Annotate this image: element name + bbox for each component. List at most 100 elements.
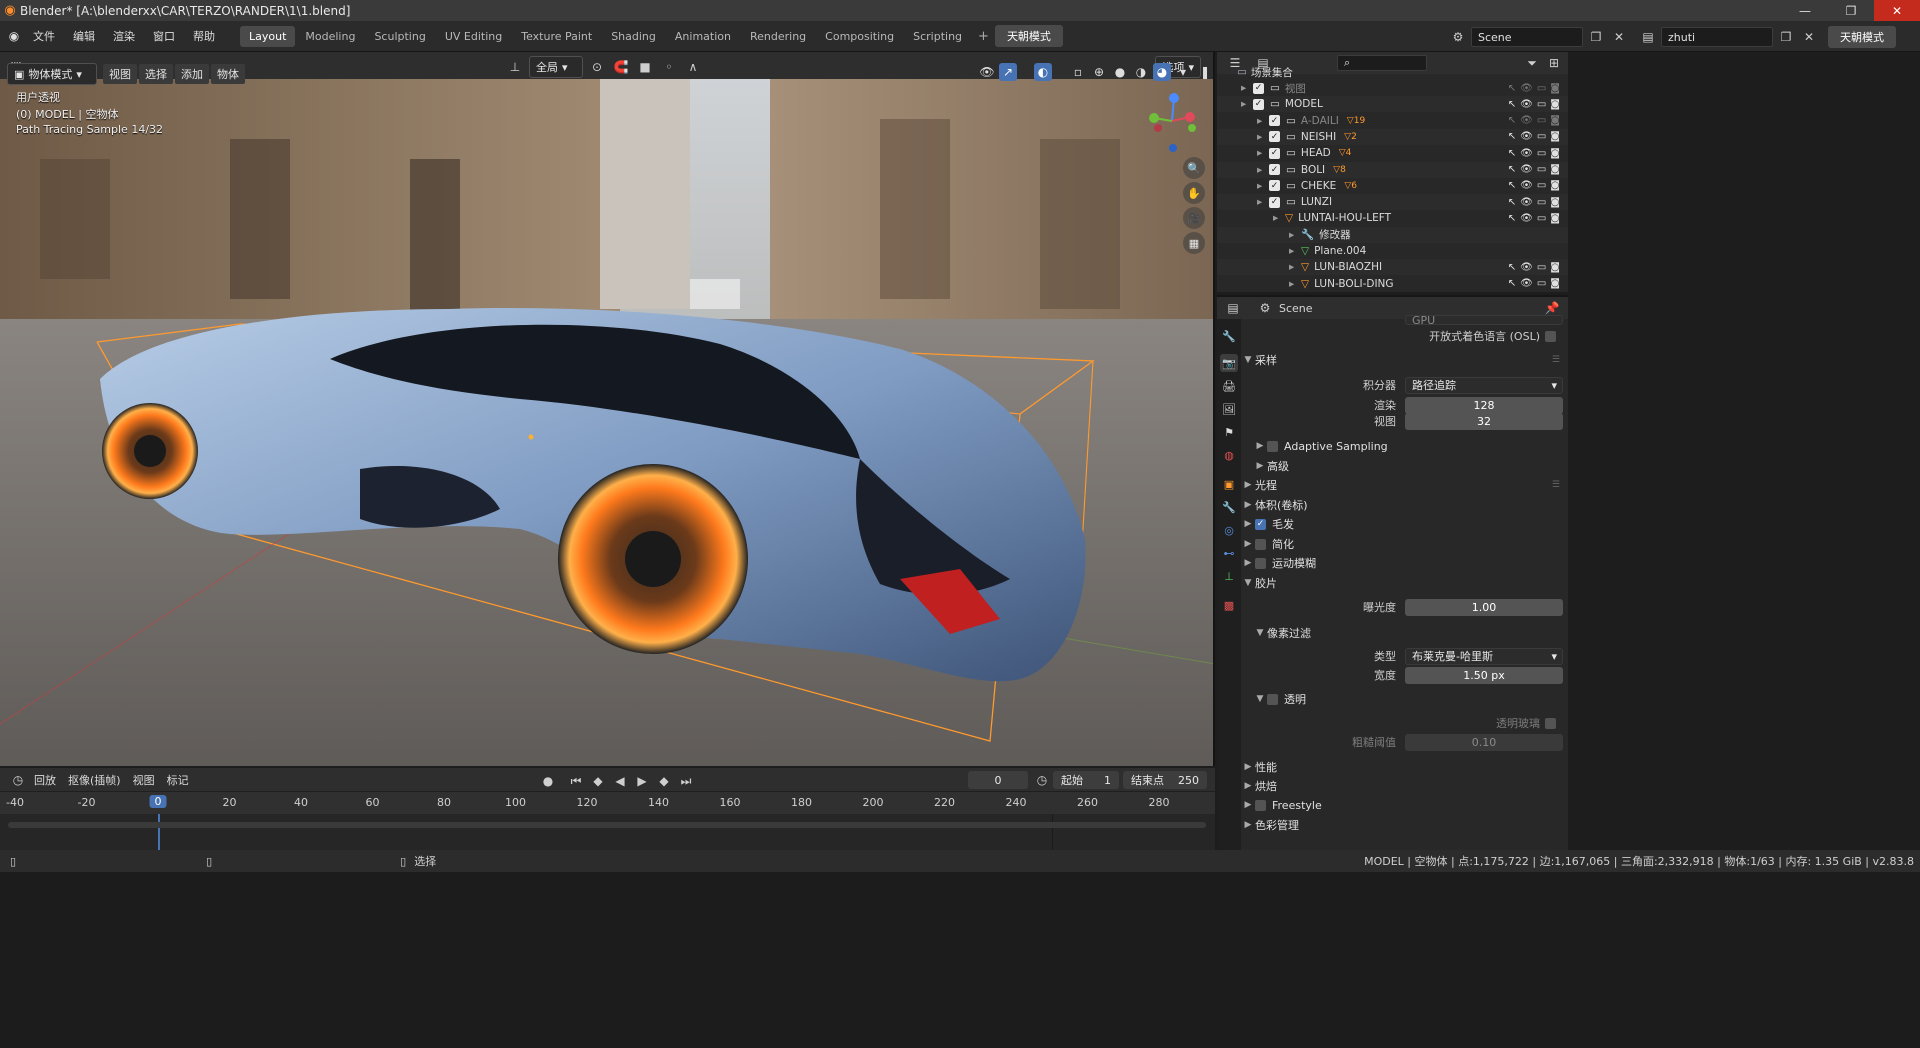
rendered-shading-icon[interactable]: ◕ [1153, 63, 1171, 81]
menu-edit[interactable]: 编辑 [64, 28, 104, 44]
transform-orientation-icon[interactable]: ⊥ [505, 57, 525, 77]
viewport-menu-view[interactable]: 视图 [103, 64, 137, 84]
collection-checkbox[interactable]: ✓ [1269, 180, 1280, 192]
properties-editor-icon[interactable]: ▤ [1223, 298, 1243, 318]
expand-arrow-icon[interactable]: ▸ [1241, 98, 1253, 110]
monitor-icon[interactable]: ▭ [1537, 83, 1546, 94]
tab-modeling[interactable]: Modeling [296, 26, 364, 47]
outliner-row[interactable]: ▸ ▽ LUN-BIAOZHI ↖ 👁 ▭ ◙ [1217, 259, 1568, 276]
eye-icon[interactable]: 👁 [1520, 115, 1533, 126]
outliner-row[interactable]: ▸ ✓ ▭ A-DAILI ▽19 ↖ 👁 ▭ ◙ [1217, 113, 1568, 129]
outliner-row[interactable]: ▸ ▽ LUNTAI-HOU-LEFT ↖ 👁 ▭ ◙ [1217, 210, 1568, 226]
outliner-row[interactable]: ▸ 🔧 修改器 [1217, 226, 1568, 243]
outliner-row[interactable]: ▸ ▽ Plane.004 [1217, 243, 1568, 259]
hair-checkbox[interactable]: ✓ [1255, 518, 1266, 530]
pivot-icon[interactable]: ⊙ [587, 57, 607, 77]
exposure-field[interactable]: 1.00 [1405, 598, 1563, 616]
camera-icon[interactable]: ◙ [1550, 115, 1560, 126]
expand-arrow-icon[interactable]: ▸ [1273, 212, 1285, 224]
eye-icon[interactable]: 👁 [1520, 131, 1533, 142]
simplify-section[interactable]: ▶ 简化 [1241, 534, 1568, 554]
wireframe-shading-icon[interactable]: ⊕ [1090, 63, 1108, 81]
eye-icon[interactable]: 👁 [1520, 197, 1533, 208]
camera-icon[interactable]: ◙ [1550, 131, 1560, 142]
monitor-icon[interactable]: ▭ [1537, 278, 1546, 289]
monitor-icon[interactable]: ▭ [1537, 131, 1546, 142]
eye-icon[interactable]: 👁 [1520, 148, 1533, 159]
menu-window[interactable]: 窗口 [144, 28, 184, 44]
camera-icon[interactable]: ◙ [1550, 148, 1560, 159]
integrator-dropdown[interactable]: 路径追踪 ▾ [1405, 376, 1563, 394]
clock-editor-icon[interactable]: ◷ [8, 770, 28, 790]
light-paths-section[interactable]: ▶ 光程 ☰ [1241, 475, 1568, 495]
monitor-icon[interactable]: ▭ [1537, 164, 1546, 175]
select-arrow-icon[interactable]: ↖ [1508, 180, 1516, 191]
tool-tab-icon[interactable]: 🔧 [1220, 327, 1238, 345]
minimize-button[interactable]: — [1782, 0, 1828, 21]
eye-icon[interactable]: 👁 [1520, 278, 1533, 289]
collection-checkbox[interactable]: ✓ [1269, 115, 1280, 127]
current-frame-indicator[interactable]: 0 [149, 795, 167, 808]
expand-arrow-icon[interactable]: ▸ [1257, 180, 1269, 192]
transparent-glass-checkbox[interactable] [1545, 717, 1556, 729]
expand-arrow-icon[interactable]: ▸ [1257, 131, 1269, 143]
menu-render[interactable]: 渲染 [104, 28, 144, 44]
zoom-icon[interactable]: 🔍 [1183, 157, 1205, 179]
timeline-menu-view[interactable]: 视图 [127, 772, 161, 788]
preview-range-icon[interactable]: ◷ [1032, 770, 1052, 790]
expand-arrow-icon[interactable]: ▸ [1289, 229, 1301, 241]
texture-tab-icon[interactable]: ▩ [1220, 596, 1238, 614]
select-arrow-icon[interactable]: ↖ [1508, 115, 1516, 126]
tab-rendering[interactable]: Rendering [741, 26, 815, 47]
menu-help[interactable]: 帮助 [184, 28, 224, 44]
playhead[interactable] [158, 814, 160, 850]
camera-icon[interactable]: ◙ [1550, 213, 1560, 224]
gizmo-icon[interactable]: ↗ [999, 63, 1017, 81]
outliner-row[interactable]: ▸ ✓ ▭ 视图 ↖ 👁 ▭ ◙ [1217, 80, 1568, 96]
menu-file[interactable]: 文件 [24, 28, 64, 44]
outliner-row[interactable]: ▸ ▽ LUN-BOLI-DING ↖ 👁 ▭ ◙ [1217, 276, 1568, 292]
monitor-icon[interactable]: ▭ [1537, 213, 1546, 224]
ortho-grid-icon[interactable]: ▦ [1183, 232, 1205, 254]
camera-icon[interactable]: ◙ [1550, 99, 1560, 110]
collection-checkbox[interactable]: ✓ [1269, 164, 1280, 175]
transparent-checkbox[interactable] [1267, 693, 1278, 705]
close-button[interactable]: ✕ [1874, 0, 1920, 21]
modifiers-tab-icon[interactable]: 🔧 [1220, 498, 1238, 516]
play-icon[interactable]: ▶ [632, 771, 652, 791]
advanced-section[interactable]: ▶ 高级 [1253, 456, 1568, 476]
expand-arrow-icon[interactable]: ▸ [1257, 147, 1269, 159]
performance-section[interactable]: ▶ 性能 [1241, 757, 1568, 777]
tab-sculpting[interactable]: Sculpting [365, 26, 434, 47]
visibility-icon[interactable]: 👁 [978, 63, 996, 81]
eye-icon[interactable]: 👁 [1520, 213, 1533, 224]
volume-section[interactable]: ▶ 体积(卷标) [1241, 495, 1568, 515]
output-tab-icon[interactable]: 🖨 [1220, 377, 1238, 395]
right-mode-badge[interactable]: 天朝模式 [1828, 26, 1896, 48]
adaptive-sampling-checkbox[interactable] [1267, 440, 1278, 452]
timeline-ruler[interactable]: -40 -20 0 20 40 60 80 100 120 140 160 180 200 220 240 2… [0, 792, 1215, 814]
select-arrow-icon[interactable]: ↖ [1508, 164, 1516, 175]
select-arrow-icon[interactable]: ↖ [1508, 262, 1516, 273]
expand-arrow-icon[interactable]: ▸ [1289, 278, 1301, 290]
view-layer-field[interactable]: zhuti [1661, 27, 1773, 47]
axis-navigation-gizmo[interactable] [1142, 90, 1202, 152]
monitor-icon[interactable]: ▭ [1537, 180, 1546, 191]
object-tab-icon[interactable]: ▣ [1220, 475, 1238, 493]
view-layer-remove-icon[interactable]: ✕ [1799, 27, 1819, 47]
outliner-row[interactable]: ▸ ✓ ▭ BOLI ▽8 ↖ 👁 ▭ ◙ [1217, 161, 1568, 178]
viewport-menu-select[interactable]: 选择 [139, 64, 173, 84]
select-arrow-icon[interactable]: ↖ [1508, 83, 1516, 94]
blender-menu-icon[interactable]: ◉ [4, 26, 24, 46]
expand-arrow-icon[interactable]: ▸ [1241, 82, 1253, 94]
view-layer-icon[interactable]: ▤ [1638, 27, 1658, 47]
scene-tab-icon[interactable]: ⚑ [1220, 423, 1238, 441]
data-tab-icon[interactable]: ⊥ [1220, 567, 1238, 585]
record-icon[interactable]: ● [538, 771, 558, 791]
scene-icon[interactable]: ⚙ [1448, 27, 1468, 47]
select-arrow-icon[interactable]: ↖ [1508, 131, 1516, 142]
viewport-menu-add[interactable]: 添加 [175, 64, 209, 84]
outliner-row[interactable]: ▸ ✓ ▭ LUNZI ↖ 👁 ▭ ◙ [1217, 194, 1568, 211]
select-arrow-icon[interactable]: ↖ [1508, 99, 1516, 110]
play-reverse-icon[interactable]: ◀ [610, 771, 630, 791]
